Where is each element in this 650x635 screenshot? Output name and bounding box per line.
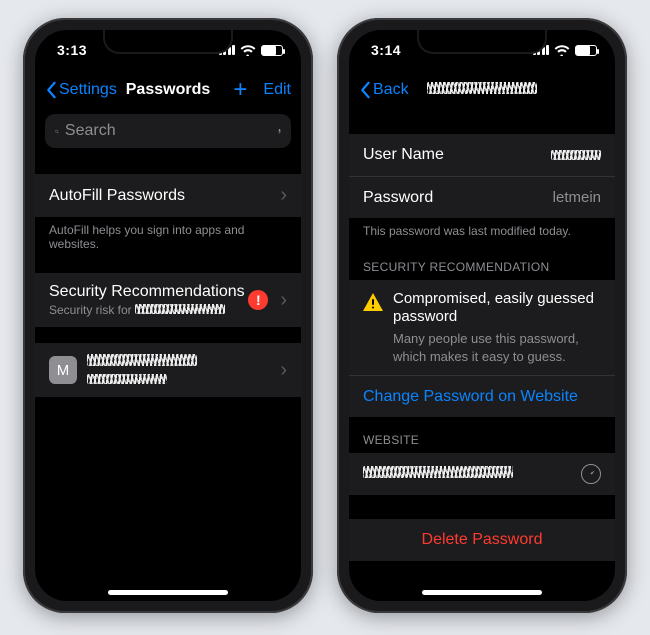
phone-right: 3:14 Back User Name	[337, 18, 627, 613]
wifi-icon	[240, 44, 256, 56]
password-row[interactable]: Password letmein	[349, 176, 615, 218]
chevron-right-icon: ›	[280, 359, 287, 382]
change-password-label: Change Password on Website	[363, 388, 578, 406]
obscured-website	[363, 466, 513, 478]
open-in-safari-icon[interactable]	[581, 464, 601, 484]
obscured-username-value	[551, 150, 601, 160]
content: User Name Password letmein This password…	[349, 110, 615, 601]
back-label: Back	[373, 81, 409, 99]
battery-icon	[261, 45, 283, 56]
recommendation-row: Compromised, easily guessed password Man…	[349, 280, 615, 375]
security-recommendations-row[interactable]: Security Recommendations Security risk f…	[35, 273, 301, 327]
chevron-left-icon	[45, 81, 57, 99]
back-label: Settings	[59, 81, 117, 99]
obscured-title	[427, 82, 537, 94]
recommendation-header: SECURITY RECOMMENDATION	[349, 244, 615, 280]
search-input[interactable]	[65, 122, 272, 140]
back-button[interactable]: Back	[359, 81, 409, 99]
search-bar[interactable]	[45, 114, 291, 148]
password-value: letmein	[553, 189, 601, 206]
obscured-site-name	[87, 354, 197, 366]
home-indicator[interactable]	[422, 590, 542, 595]
website-header: WEBSITE	[349, 417, 615, 453]
change-password-link[interactable]: Change Password on Website	[349, 375, 615, 417]
chevron-right-icon: ›	[280, 289, 287, 312]
autofill-footer: AutoFill helps you sign into apps and we…	[35, 217, 301, 257]
back-button[interactable]: Settings	[45, 81, 117, 99]
add-button[interactable]: +	[233, 78, 247, 102]
status-time: 3:14	[371, 42, 401, 58]
delete-label: Delete Password	[422, 531, 543, 549]
autofill-passwords-row[interactable]: AutoFill Passwords ›	[35, 174, 301, 217]
nav-bar: Back	[349, 70, 615, 110]
status-time: 3:13	[57, 42, 87, 58]
content: AutoFill Passwords › AutoFill helps you …	[35, 158, 301, 601]
screen-left: 3:13 Settings Passwords + Edit	[35, 30, 301, 601]
warn-title: Compromised, easily guessed password	[393, 290, 594, 325]
mic-icon[interactable]	[278, 123, 281, 139]
edit-button[interactable]: Edit	[263, 81, 291, 99]
delete-password-button[interactable]: Delete Password	[349, 519, 615, 561]
security-subtitle-prefix: Security risk for	[49, 303, 135, 317]
obscured-username	[87, 374, 167, 384]
modified-footer: This password was last modified today.	[349, 218, 615, 244]
warning-icon	[363, 292, 383, 312]
autofill-label: AutoFill Passwords	[49, 187, 272, 205]
battery-icon	[575, 45, 597, 56]
username-row[interactable]: User Name	[349, 134, 615, 176]
obscured-site	[135, 304, 225, 314]
username-label: User Name	[363, 146, 551, 164]
wifi-icon	[554, 44, 570, 56]
password-entry-row[interactable]: M ›	[35, 343, 301, 397]
alert-badge-icon: !	[248, 290, 268, 310]
phone-left: 3:13 Settings Passwords + Edit	[23, 18, 313, 613]
site-avatar: M	[49, 356, 77, 384]
password-label: Password	[363, 189, 553, 207]
notch	[417, 30, 547, 54]
search-icon	[55, 124, 59, 139]
warn-body: Many people use this password, which mak…	[393, 330, 601, 365]
nav-bar: Settings Passwords + Edit	[35, 70, 301, 110]
website-row[interactable]	[349, 453, 615, 495]
notch	[103, 30, 233, 54]
chevron-right-icon: ›	[280, 184, 287, 207]
security-title: Security Recommendations	[49, 283, 245, 300]
home-indicator[interactable]	[108, 590, 228, 595]
screen-right: 3:14 Back User Name	[349, 30, 615, 601]
chevron-left-icon	[359, 81, 371, 99]
